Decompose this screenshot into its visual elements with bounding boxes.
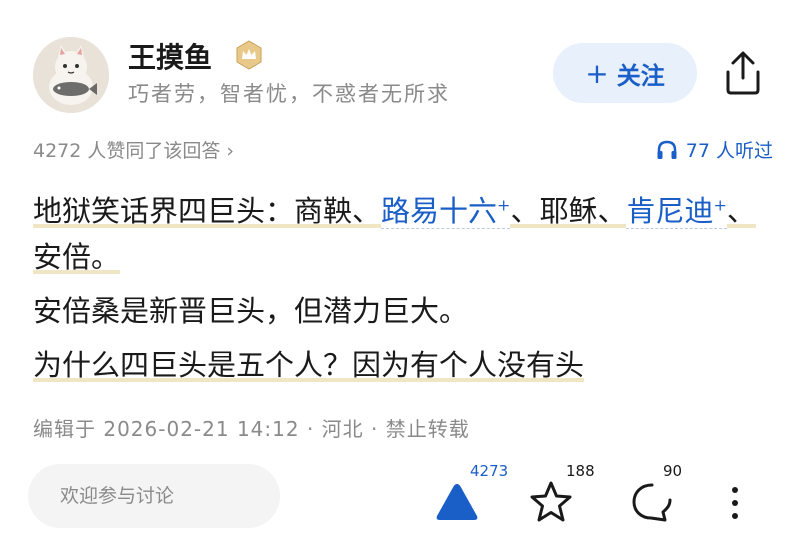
link-text: 肯尼迪 bbox=[626, 193, 714, 228]
link-louis-xvi[interactable]: 路易十六+ bbox=[381, 193, 511, 229]
paragraph-1: 地狱笑话界四巨头：商鞅、路易十六+、耶稣、肯尼迪+、安倍。 bbox=[33, 182, 773, 280]
more-vertical-icon[interactable] bbox=[720, 468, 780, 528]
plus-icon: + bbox=[585, 56, 609, 90]
comment-icon bbox=[632, 483, 672, 522]
text-segment: 安倍桑是新晋巨头，但潜力巨大。 bbox=[33, 293, 469, 328]
meta-row: 4272 人赞同了该回答 › 77 人听过 bbox=[33, 136, 773, 166]
upvote-button[interactable]: 4273 bbox=[432, 462, 508, 528]
link-mark: + bbox=[713, 195, 727, 214]
listen-count[interactable]: 77 人听过 bbox=[656, 136, 773, 163]
link-mark: + bbox=[497, 195, 511, 214]
author-bio: 巧者劳，智者忧，不惑者无所求 bbox=[128, 82, 450, 106]
paragraph-3: 为什么四巨头是五个人？因为有个人没有头 bbox=[33, 342, 773, 388]
edit-info: 编辑于 2026-02-21 14:12 · 河北 · 禁止转载 bbox=[33, 417, 470, 441]
answer-content: 地狱笑话界四巨头：商鞅、路易十六+、耶稣、肯尼迪+、安倍。 安倍桑是新晋巨头，但… bbox=[33, 182, 773, 396]
verified-crown-icon bbox=[234, 40, 264, 70]
star-icon bbox=[530, 481, 572, 522]
comment-count: 90 bbox=[663, 462, 683, 480]
follow-button[interactable]: + 关注 bbox=[553, 43, 697, 103]
avatar[interactable] bbox=[33, 37, 109, 113]
favorite-count: 188 bbox=[566, 462, 595, 480]
headphones-icon bbox=[657, 140, 677, 159]
favorite-button[interactable]: 188 bbox=[526, 462, 595, 528]
comment-button[interactable]: 90 bbox=[627, 462, 687, 528]
upvote-count: 4273 bbox=[470, 462, 509, 480]
listen-count-text: 77 人听过 bbox=[685, 140, 773, 162]
text-segment: 、耶稣、 bbox=[510, 193, 627, 228]
bottom-action-bar: 欢迎参与讨论 4273 188 90 bbox=[0, 458, 800, 538]
link-text: 路易十六 bbox=[381, 193, 498, 228]
answer-header: 王摸鱼 巧者劳，智者忧，不惑者无所求 + 关注 bbox=[0, 0, 800, 140]
comment-input[interactable]: 欢迎参与讨论 bbox=[28, 464, 280, 528]
text-segment: 地狱笑话界四巨头：商鞅、 bbox=[33, 193, 382, 228]
follow-label: 关注 bbox=[616, 61, 665, 90]
paragraph-2: 安倍桑是新晋巨头，但潜力巨大。 bbox=[33, 288, 773, 334]
agree-count-link[interactable]: 4272 人赞同了该回答 › bbox=[33, 136, 234, 163]
upvote-triangle-icon bbox=[436, 484, 478, 520]
text-segment: 为什么四巨头是五个人？因为有个人没有头 bbox=[33, 347, 585, 382]
author-name[interactable]: 王摸鱼 bbox=[128, 36, 212, 76]
share-icon[interactable] bbox=[722, 50, 764, 96]
link-kennedy[interactable]: 肯尼迪+ bbox=[626, 193, 727, 229]
